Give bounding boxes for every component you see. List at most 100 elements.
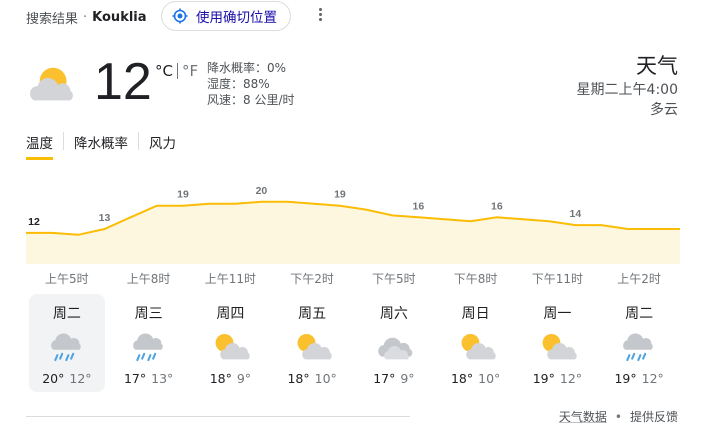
temperature-data-label: 13 <box>99 212 111 224</box>
daily-forecast: 周二 20° 12° 周三 17° 13° 周四 18° 9° 周五 18° 10° 周六 17° 9° 周日… <box>26 294 680 392</box>
forecast-temp-range: 17° 9° <box>356 371 432 386</box>
forecast-low: 10° <box>478 371 501 386</box>
forecast-day-3[interactable]: 周五 18° 10° <box>274 294 350 392</box>
rain-icon <box>45 329 89 365</box>
weather-condition: 多云 <box>650 102 678 118</box>
forecast-day-1[interactable]: 周三 17° 13° <box>111 294 187 392</box>
celsius-toggle[interactable]: °C <box>155 62 173 80</box>
chart-time-label: 上午5时 <box>45 272 89 286</box>
rain-icon <box>617 329 661 365</box>
use-precise-location-button[interactable]: 使用确切位置 <box>161 1 291 31</box>
forecast-day-0[interactable]: 周二 20° 12° <box>28 294 105 392</box>
tab-divider <box>138 132 139 150</box>
forecast-day-name: 周三 <box>134 306 163 322</box>
forecast-high: 17° <box>373 371 396 386</box>
forecast-day-name: 周六 <box>379 306 408 322</box>
precipitation-probability: 降水概率：0% <box>207 61 287 75</box>
feedback-link[interactable]: 提供反馈 <box>630 408 678 425</box>
forecast-high: 18° <box>450 371 474 386</box>
unit-toggle: °C °F <box>155 62 198 80</box>
current-temperature: 12 <box>94 53 152 111</box>
forecast-high: 18° <box>287 371 310 386</box>
location-name: Kouklia <box>92 9 147 25</box>
forecast-low: 12° <box>69 371 92 386</box>
forecast-high: 19° <box>532 371 555 386</box>
temperature-chart[interactable]: 12 13 19 20 19 16 16 14 <box>26 180 680 264</box>
forecast-low: 9° <box>400 371 415 386</box>
weather-details: 降水概率：0% 湿度：88% 风速：8 公里/时 <box>207 60 295 108</box>
temperature-data-label: 19 <box>177 189 189 201</box>
breadcrumb-separator: · <box>83 9 88 25</box>
forecast-temp-range: 18° 9° <box>192 371 268 386</box>
chart-tabs: 温度 降水概率 风力 <box>26 132 176 160</box>
forecast-day-7[interactable]: 周二 19° 12° <box>601 294 677 392</box>
weather-summary: 天气 星期二上午4:00 多云 <box>577 52 678 120</box>
footer-dot: • <box>614 409 622 424</box>
search-breadcrumb: 搜索结果 · Kouklia <box>26 4 147 30</box>
forecast-low: 12° <box>641 371 664 386</box>
location-target-icon <box>172 8 188 24</box>
more-options-icon[interactable] <box>317 8 323 24</box>
chart-time-label: 上午8时 <box>126 272 171 286</box>
forecast-high: 17° <box>123 371 147 386</box>
forecast-day-5[interactable]: 周日 18° 10° <box>438 294 514 392</box>
forecast-temp-range: 18° 10° <box>274 371 350 386</box>
tab-divider <box>63 132 64 150</box>
use-precise-location-label: 使用确切位置 <box>196 10 277 26</box>
partly-cloudy-icon <box>208 329 252 365</box>
tab-temperature[interactable]: 温度 <box>26 132 53 160</box>
forecast-day-name: 周五 <box>298 306 327 322</box>
cloudy-icon <box>372 329 416 365</box>
chart-time-label: 下午11时 <box>531 272 584 286</box>
forecast-temp-range: 18° 10° <box>438 371 514 386</box>
footer-divider <box>26 416 410 417</box>
forecast-day-name: 周二 <box>625 306 654 322</box>
forecast-day-name: 周日 <box>461 306 490 322</box>
partly-cloudy-icon <box>24 62 86 108</box>
tab-precipitation[interactable]: 降水概率 <box>74 132 128 156</box>
temperature-data-label: 16 <box>413 200 425 212</box>
forecast-high: 19° <box>614 371 637 386</box>
footer: 天气数据 • 提供反馈 <box>559 408 678 425</box>
forecast-low: 9° <box>236 371 252 386</box>
forecast-high: 20° <box>42 371 65 386</box>
partly-cloudy-icon <box>290 329 334 365</box>
forecast-day-4[interactable]: 周六 17° 9° <box>356 294 432 392</box>
fahrenheit-toggle[interactable]: °F <box>182 62 198 80</box>
forecast-temp-range: 20° 12° <box>29 371 105 386</box>
forecast-high: 18° <box>209 371 232 386</box>
chart-time-label: 上午2时 <box>617 272 661 286</box>
temperature-area <box>26 201 680 264</box>
weather-title: 天气 <box>636 54 678 78</box>
partly-cloudy-icon <box>454 329 498 365</box>
chart-time-label: 下午8时 <box>453 272 498 286</box>
unit-divider <box>176 63 178 79</box>
temperature-data-label: 12 <box>28 216 40 228</box>
forecast-temp-range: 17° 13° <box>111 371 187 386</box>
forecast-day-name: 周一 <box>543 306 572 322</box>
forecast-temp-range: 19° 12° <box>601 371 677 386</box>
humidity: 湿度：88% <box>207 77 270 91</box>
forecast-day-2[interactable]: 周四 18° 9° <box>192 294 268 392</box>
forecast-low: 13° <box>151 371 174 386</box>
forecast-low: 10° <box>314 371 337 386</box>
forecast-low: 12° <box>559 371 583 386</box>
forecast-temp-range: 19° 12° <box>519 371 595 386</box>
temperature-data-label: 16 <box>491 200 503 212</box>
weather-data-link[interactable]: 天气数据 <box>559 408 607 425</box>
chart-time-label: 下午5时 <box>372 272 416 286</box>
search-results-label: 搜索结果 <box>26 11 79 27</box>
weather-datetime: 星期二上午4:00 <box>576 82 678 98</box>
partly-cloudy-icon <box>535 329 579 365</box>
forecast-day-name: 周四 <box>216 306 245 322</box>
chart-time-label: 上午11时 <box>204 272 257 286</box>
forecast-day-name: 周二 <box>52 306 81 322</box>
temperature-data-label: 14 <box>570 208 582 220</box>
temperature-data-label: 19 <box>334 189 346 201</box>
chart-time-labels: 上午5时 上午8时 上午11时 下午2时 下午5时 下午8时 下午11时 上午2时 <box>26 270 680 286</box>
tab-wind[interactable]: 风力 <box>149 132 176 156</box>
rain-icon <box>127 329 171 365</box>
temperature-data-label: 20 <box>256 185 268 197</box>
forecast-day-6[interactable]: 周一 19° 12° <box>519 294 595 392</box>
chart-time-label: 下午2时 <box>290 272 334 286</box>
